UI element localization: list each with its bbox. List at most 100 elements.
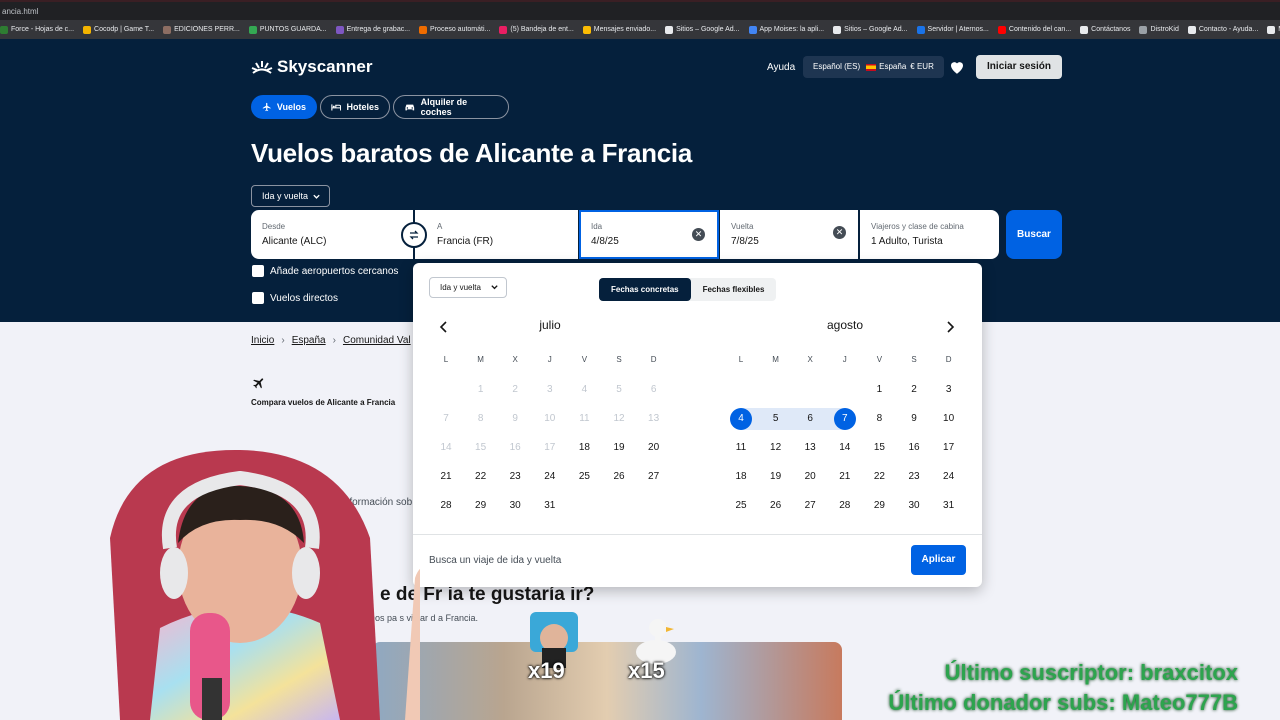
calendar-day[interactable]: 23 <box>899 466 929 488</box>
bookmark-item[interactable]: DistroKid <box>1139 25 1179 34</box>
tab-car-hire[interactable]: Alquiler de coches <box>393 95 509 119</box>
calendar-day[interactable]: 9 <box>899 408 929 430</box>
bookmark-item[interactable]: Sitios – Google Ad... <box>833 25 908 34</box>
bookmarks-bar: Force - Hojas de c... Cocodp | Game T... E… <box>0 20 1280 39</box>
bookmark-item[interactable]: Proceso automáti... <box>419 25 490 34</box>
calendar-day[interactable]: 22 <box>864 466 894 488</box>
clear-depart-icon[interactable]: ✕ <box>692 228 705 241</box>
login-button[interactable]: Iniciar sesión <box>976 55 1062 79</box>
calendar-day[interactable]: 19 <box>761 466 791 488</box>
bookmark-item[interactable]: Contenido del can... <box>997 25 1071 34</box>
selected-day[interactable]: 4 <box>726 408 756 430</box>
calendar-day[interactable]: 2 <box>899 379 929 401</box>
bookmark-item[interactable]: Mensajes enviado... <box>582 25 656 34</box>
calendar-day[interactable]: 19 <box>604 437 634 459</box>
clear-return-icon[interactable]: ✕ <box>833 226 846 239</box>
swap-button[interactable] <box>401 222 427 248</box>
breadcrumb-region[interactable]: Comunidad Val <box>343 335 411 346</box>
bookmark-item[interactable]: EDICIONES PERR... <box>163 25 240 34</box>
calendar-day[interactable]: 26 <box>604 466 634 488</box>
to-field[interactable]: A Francia (FR) <box>415 210 578 259</box>
calendar-day[interactable]: 18 <box>569 437 599 459</box>
calendar-day[interactable]: 15 <box>864 437 894 459</box>
depart-field[interactable]: Ida 4/8/25 ✕ <box>579 210 719 259</box>
tab-flights[interactable]: Vuelos <box>251 95 317 119</box>
bookmark-item[interactable]: Cocodp | Game T... <box>83 25 154 34</box>
calendar-day[interactable]: 20 <box>639 437 669 459</box>
calendar-day[interactable]: 22 <box>466 466 496 488</box>
calendar-day[interactable]: 31 <box>934 495 964 517</box>
bookmark-item[interactable]: Force - Hojas de c... <box>0 25 74 34</box>
specific-dates-tab[interactable]: Fechas concretas <box>599 278 691 301</box>
heart-icon[interactable] <box>948 58 966 76</box>
calendar-day[interactable]: 8 <box>864 408 894 430</box>
tab-hotels[interactable]: Hoteles <box>320 95 390 119</box>
destination-cards-image[interactable] <box>372 642 842 720</box>
bookmark-item[interactable]: Contáctanos <box>1080 25 1130 34</box>
calendar-day[interactable]: 27 <box>639 466 669 488</box>
checkbox-box[interactable] <box>252 265 264 277</box>
calendar-day[interactable]: 31 <box>535 495 565 517</box>
day-number: 9 <box>512 413 518 424</box>
bookmark-item[interactable]: (5) Bandeja de ent... <box>499 25 574 34</box>
help-link[interactable]: Ayuda <box>767 62 795 73</box>
breadcrumb: Inicio › España › Comunidad Val <box>251 335 411 346</box>
from-field[interactable]: Desde Alicante (ALC) <box>251 210 413 259</box>
calendar-day[interactable]: 17 <box>934 437 964 459</box>
calendar-day[interactable]: 12 <box>761 437 791 459</box>
calendar-day[interactable]: 27 <box>795 495 825 517</box>
search-button[interactable]: Buscar <box>1006 210 1062 259</box>
breadcrumb-spain[interactable]: España <box>292 335 326 346</box>
calendar-day[interactable]: 18 <box>726 466 756 488</box>
calendar-day[interactable]: 13 <box>795 437 825 459</box>
browser-address[interactable]: ancia.html <box>0 0 1280 20</box>
calendar-day[interactable]: 21 <box>431 466 461 488</box>
calendar-day[interactable]: 25 <box>569 466 599 488</box>
calendar-day[interactable]: 30 <box>500 495 530 517</box>
calendar-day[interactable]: 10 <box>934 408 964 430</box>
trip-type-select[interactable]: Ida y vuelta <box>251 185 330 207</box>
selected-day[interactable]: 7 <box>830 408 860 430</box>
nearby-airports-checkbox[interactable]: Añade aeropuertos cercanos <box>252 265 398 277</box>
bookmark-item[interactable]: PUNTOS GUARDA... <box>248 25 327 34</box>
popup-trip-type-select[interactable]: Ida y vuelta <box>429 277 507 298</box>
calendar-day[interactable]: 23 <box>500 466 530 488</box>
skyscanner-logo[interactable]: Skyscanner <box>251 57 372 77</box>
bookmark-label: Servidor | Aternos... <box>927 26 989 33</box>
bookmark-item[interactable]: Contacto - Ayuda... <box>1187 25 1258 34</box>
calendar-day[interactable]: 16 <box>899 437 929 459</box>
apply-button[interactable]: Aplicar <box>911 545 966 575</box>
return-field[interactable]: Vuelta 7/8/25 ✕ <box>720 210 858 259</box>
locale-button[interactable]: Español (ES) España € EUR <box>803 56 944 78</box>
calendar-day[interactable]: 29 <box>466 495 496 517</box>
direct-flights-checkbox[interactable]: Vuelos directos <box>252 292 338 304</box>
day-number: 14 <box>839 442 851 453</box>
calendar-day[interactable]: 29 <box>864 495 894 517</box>
calendar-day[interactable]: 1 <box>864 379 894 401</box>
calendar-day: 17 <box>535 437 565 459</box>
calendar-day[interactable]: 14 <box>830 437 860 459</box>
calendar-day[interactable]: 25 <box>726 495 756 517</box>
calendar-day[interactable]: 28 <box>830 495 860 517</box>
flexible-dates-tab[interactable]: Fechas flexibles <box>691 278 777 301</box>
calendar-day[interactable]: 30 <box>899 495 929 517</box>
bookmark-item[interactable]: Entrega de grabac... <box>335 25 410 34</box>
calendar-day[interactable]: 20 <box>795 466 825 488</box>
calendar-day[interactable]: 21 <box>830 466 860 488</box>
calendar-day[interactable]: 26 <box>761 495 791 517</box>
calendar-day[interactable]: 24 <box>535 466 565 488</box>
calendar-day[interactable]: 3 <box>934 379 964 401</box>
popup-footer-text: Busca un viaje de ida y vuelta <box>429 555 562 566</box>
calendar-day[interactable]: 6 <box>795 408 825 430</box>
bookmark-item[interactable]: Servidor | Aternos... <box>916 25 989 34</box>
breadcrumb-home[interactable]: Inicio <box>251 335 274 346</box>
travelers-field[interactable]: Viajeros y clase de cabina 1 Adulto, Tur… <box>860 210 999 259</box>
checkbox-box[interactable] <box>252 292 264 304</box>
bookmark-item[interactable]: Sitios – Google Ad... <box>665 25 740 34</box>
calendar-day[interactable]: 5 <box>761 408 791 430</box>
bookmark-item[interactable]: Mobile I <box>1267 25 1280 34</box>
bookmark-item[interactable]: App Moises: la apli... <box>748 25 824 34</box>
calendar-day[interactable]: 11 <box>726 437 756 459</box>
calendar-day[interactable]: 24 <box>934 466 964 488</box>
calendar-day[interactable]: 28 <box>431 495 461 517</box>
